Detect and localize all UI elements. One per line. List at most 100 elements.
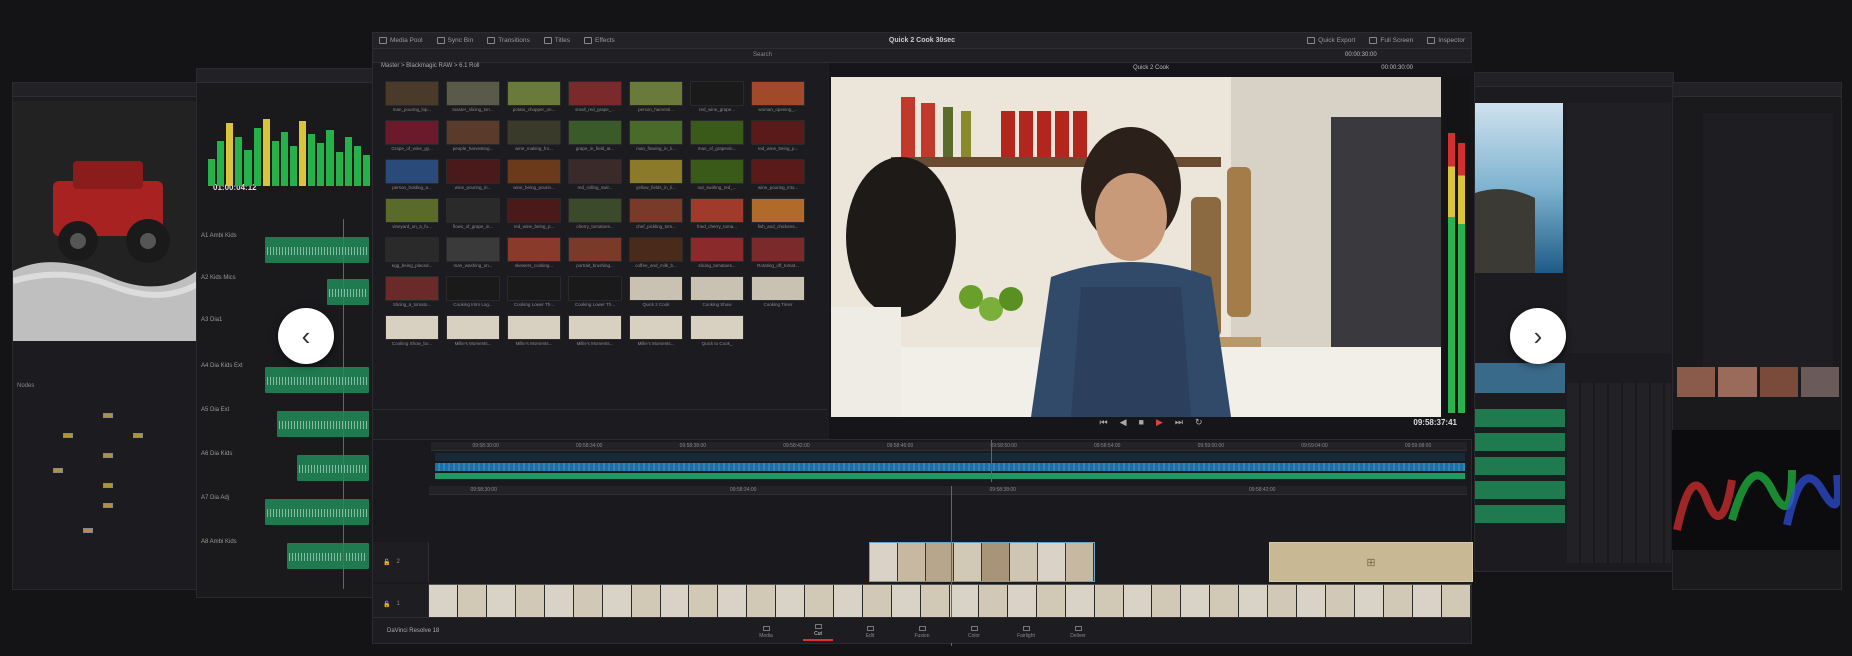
media-clip[interactable]: red_rolling_swir... bbox=[568, 159, 622, 191]
audio-clip[interactable] bbox=[287, 543, 369, 569]
media-clip[interactable]: wine_making_fro... bbox=[507, 120, 561, 152]
media-pool-button[interactable]: Media Pool bbox=[379, 37, 423, 44]
audio-clip[interactable] bbox=[277, 411, 369, 437]
skip-start-icon[interactable]: ⏮ bbox=[1099, 417, 1107, 428]
page-tab-media[interactable]: Media bbox=[751, 621, 781, 641]
media-clip[interactable]: Millie's Moments... bbox=[629, 315, 683, 347]
media-clip[interactable]: wine_pouring_into... bbox=[751, 159, 805, 191]
overview-clip-track[interactable] bbox=[435, 463, 1465, 471]
step-back-icon[interactable]: ◀ bbox=[1120, 417, 1127, 428]
fairlight-track-a6[interactable]: A6 Dia Kids bbox=[197, 447, 373, 487]
carousel-prev-button[interactable]: ‹ bbox=[278, 308, 334, 364]
page-tab-cut[interactable]: Cut bbox=[803, 621, 833, 641]
lock-icon[interactable]: 🔓 bbox=[383, 601, 390, 608]
overview-ruler[interactable]: 09:58:30:00 09:58:34:00 09:58:38:00 09:58:4… bbox=[431, 442, 1467, 451]
graph-node[interactable] bbox=[103, 413, 113, 418]
titles-button[interactable]: Titles bbox=[543, 37, 570, 44]
media-clip[interactable]: portrait_brushing... bbox=[568, 237, 622, 269]
media-clip[interactable]: Millie's Moments... bbox=[446, 315, 500, 347]
graph-node[interactable] bbox=[103, 503, 113, 508]
media-clip[interactable]: flows_of_grape_in... bbox=[446, 198, 500, 230]
overview-audio-track[interactable] bbox=[435, 473, 1465, 479]
media-clip[interactable]: out_swirling_red_... bbox=[690, 159, 744, 191]
page-tab-fusion[interactable]: Fusion bbox=[907, 621, 937, 641]
overview-video-track[interactable] bbox=[435, 453, 1465, 461]
fairlight-track-a5[interactable]: A5 Dia Ext bbox=[197, 403, 373, 443]
fairlight-track-a8[interactable]: A8 Ambi Kids bbox=[197, 535, 373, 575]
play-icon[interactable]: ▶ bbox=[1156, 417, 1163, 428]
graph-node[interactable] bbox=[133, 433, 143, 438]
media-clip[interactable]: slicing_tomatoes... bbox=[690, 237, 744, 269]
media-clip[interactable]: man_pouring_lop... bbox=[385, 81, 439, 113]
inspector-button[interactable]: Inspector bbox=[1427, 37, 1465, 44]
media-clip[interactable]: Cooking Lower Th... bbox=[568, 276, 622, 308]
page-tab-fairlight[interactable]: Fairlight bbox=[1011, 621, 1041, 641]
media-clip[interactable]: toaster_slicing_ton... bbox=[446, 81, 500, 113]
graph-node[interactable] bbox=[103, 453, 113, 458]
media-clip[interactable]: man_flowing_in_li... bbox=[629, 120, 683, 152]
media-clip[interactable]: skewers_cooking... bbox=[507, 237, 561, 269]
page-tab-color[interactable]: Color bbox=[959, 621, 989, 641]
media-clip[interactable]: Quick to Cook_ bbox=[690, 315, 744, 347]
media-clip[interactable]: vineyard_on_a_fu... bbox=[385, 198, 439, 230]
audio-clip[interactable] bbox=[297, 455, 369, 481]
media-clip[interactable]: Quick 2 Cook bbox=[629, 276, 683, 308]
media-clip[interactable]: potato_chopper_on... bbox=[507, 81, 561, 113]
media-clip[interactable]: man_of_grapevin... bbox=[690, 120, 744, 152]
media-clip[interactable]: wine_being_pourin... bbox=[507, 159, 561, 191]
media-clip[interactable]: red_wine_being_p... bbox=[751, 120, 805, 152]
media-clip[interactable]: Millie's Moments... bbox=[568, 315, 622, 347]
fairlight-track-a7[interactable]: A7 Dia Adj bbox=[197, 491, 373, 531]
overview-playhead[interactable] bbox=[991, 440, 992, 482]
media-clip[interactable]: Slicing_a_tomato... bbox=[385, 276, 439, 308]
audio-clip[interactable] bbox=[265, 499, 369, 525]
lock-icon[interactable]: 🔓 bbox=[383, 559, 390, 566]
audio-clip[interactable] bbox=[327, 279, 369, 305]
media-clip[interactable]: person_harvesti... bbox=[629, 81, 683, 113]
full-screen-button[interactable]: Full Screen bbox=[1369, 37, 1413, 44]
page-tab-deliver[interactable]: Deliver bbox=[1063, 621, 1093, 641]
media-clip[interactable]: coffee_and_milk_b... bbox=[629, 237, 683, 269]
fairlight-track-a4[interactable]: A4 Dia Kids Ext bbox=[197, 359, 373, 399]
media-clip[interactable]: grape_in_field_at... bbox=[568, 120, 622, 152]
search-field[interactable]: Search bbox=[753, 52, 772, 58]
node-editor[interactable] bbox=[1703, 113, 1833, 373]
media-clip[interactable]: egg_being_placed... bbox=[385, 237, 439, 269]
timeline-ruler[interactable]: 09:58:30:00 09:58:34:00 09:58:38:00 09:58:4… bbox=[429, 486, 1467, 495]
audio-clip[interactable] bbox=[265, 367, 369, 393]
mixer-faders[interactable] bbox=[1567, 383, 1671, 563]
media-clip[interactable]: Grape_of_wine_gy... bbox=[385, 120, 439, 152]
graph-node[interactable] bbox=[83, 528, 93, 533]
node-graph[interactable] bbox=[23, 403, 193, 563]
media-clip[interactable]: Cooking Lower Th... bbox=[507, 276, 561, 308]
media-clip[interactable]: people_harvesting... bbox=[446, 120, 500, 152]
media-clip[interactable]: Millie's Moments... bbox=[507, 315, 561, 347]
page-tab-edit[interactable]: Edit bbox=[855, 621, 885, 641]
media-clip[interactable]: Cooking Show bbox=[690, 276, 744, 308]
loop-icon[interactable]: ↻ bbox=[1195, 417, 1203, 428]
media-clip[interactable]: fried_cherry_toma... bbox=[690, 198, 744, 230]
fairlight-playhead[interactable] bbox=[343, 219, 344, 589]
media-clip[interactable]: wine_pouring_in... bbox=[446, 159, 500, 191]
breadcrumb[interactable]: Master > Blackmagic RAW > 6.1 Roll bbox=[373, 63, 827, 73]
media-clip[interactable]: woman_opening_... bbox=[751, 81, 805, 113]
media-clip[interactable]: cherry_tomatoes... bbox=[568, 198, 622, 230]
effects-button[interactable]: Effects bbox=[584, 37, 615, 44]
quick-export-button[interactable]: Quick Export bbox=[1307, 37, 1355, 44]
media-clip[interactable]: red_wine_being_p... bbox=[507, 198, 561, 230]
media-clip[interactable]: Cooking Timer bbox=[751, 276, 805, 308]
stop-icon[interactable]: ■ bbox=[1139, 417, 1144, 427]
media-clip[interactable]: Cooking Show_bo... bbox=[385, 315, 439, 347]
media-clip[interactable]: red_wine_grape... bbox=[690, 81, 744, 113]
media-clip[interactable]: chef_pickling_tom... bbox=[629, 198, 683, 230]
audio-clip[interactable] bbox=[265, 237, 369, 263]
media-clip[interactable]: person_holding_a... bbox=[385, 159, 439, 191]
transitions-button[interactable]: Transitions bbox=[487, 37, 530, 44]
graph-node[interactable] bbox=[103, 483, 113, 488]
graph-node[interactable] bbox=[63, 433, 73, 438]
media-clip[interactable]: fish_and_chickens... bbox=[751, 198, 805, 230]
media-clip[interactable]: man_washing_on... bbox=[446, 237, 500, 269]
generator-clip[interactable]: ⊞ bbox=[1269, 542, 1473, 582]
skip-end-icon[interactable]: ⏭ bbox=[1175, 417, 1183, 428]
media-clip[interactable]: Rotating_off_tomat... bbox=[751, 237, 805, 269]
